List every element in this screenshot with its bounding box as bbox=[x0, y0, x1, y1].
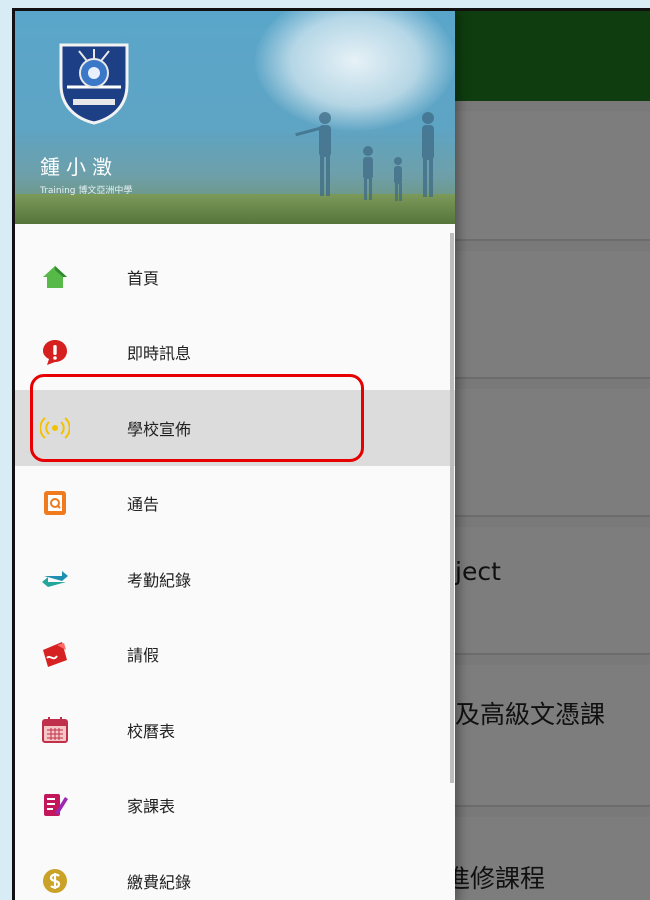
menu-item-attendance-record[interactable]: 考勤紀錄 bbox=[15, 541, 455, 617]
home-icon bbox=[40, 262, 70, 292]
school-logo bbox=[59, 43, 129, 125]
annotation-highlight-box bbox=[30, 374, 364, 462]
calendar-icon bbox=[40, 715, 70, 745]
menu-item-homework[interactable]: 家課表 bbox=[15, 768, 455, 844]
user-name: 鍾小澂 bbox=[40, 155, 118, 179]
swap-arrows-icon bbox=[40, 564, 70, 594]
menu-item-label: 考勤紀錄 bbox=[127, 570, 192, 590]
drawer-menu: 首頁 即時訊息 學校宣佈 通告 考勤紀錄 請假 校曆表 家課表 繳費紀錄 bbox=[15, 239, 455, 900]
menu-item-label: 家課表 bbox=[127, 797, 176, 817]
menu-item-label: 請假 bbox=[127, 646, 160, 666]
leave-icon bbox=[40, 639, 70, 669]
menu-item-label: 通告 bbox=[127, 495, 160, 515]
drawer-header: 鍾小澂 Training 博文亞洲中學 bbox=[15, 11, 455, 224]
menu-item-label: 繳費紀錄 bbox=[127, 872, 192, 892]
menu-item-payment-record[interactable]: 繳費紀錄 bbox=[15, 843, 455, 900]
homework-icon bbox=[40, 790, 70, 820]
menu-item-notice[interactable]: 通告 bbox=[15, 466, 455, 542]
drawer-scrollbar[interactable] bbox=[450, 233, 454, 783]
dollar-coin-icon bbox=[40, 866, 70, 896]
user-school: Training 博文亞洲中學 bbox=[40, 186, 133, 196]
menu-item-label: 首頁 bbox=[127, 268, 160, 288]
menu-item-label: 即時訊息 bbox=[127, 344, 192, 364]
family-silhouette-image bbox=[295, 112, 434, 201]
alert-bubble-icon bbox=[40, 337, 70, 367]
app-frame: ject 及高級文憑課 進修課程 bbox=[12, 8, 650, 900]
menu-item-label: 校曆表 bbox=[127, 721, 176, 741]
menu-item-home[interactable]: 首頁 bbox=[15, 239, 455, 315]
notice-icon bbox=[40, 488, 70, 518]
menu-item-school-calendar[interactable]: 校曆表 bbox=[15, 692, 455, 768]
menu-item-leave[interactable]: 請假 bbox=[15, 617, 455, 693]
